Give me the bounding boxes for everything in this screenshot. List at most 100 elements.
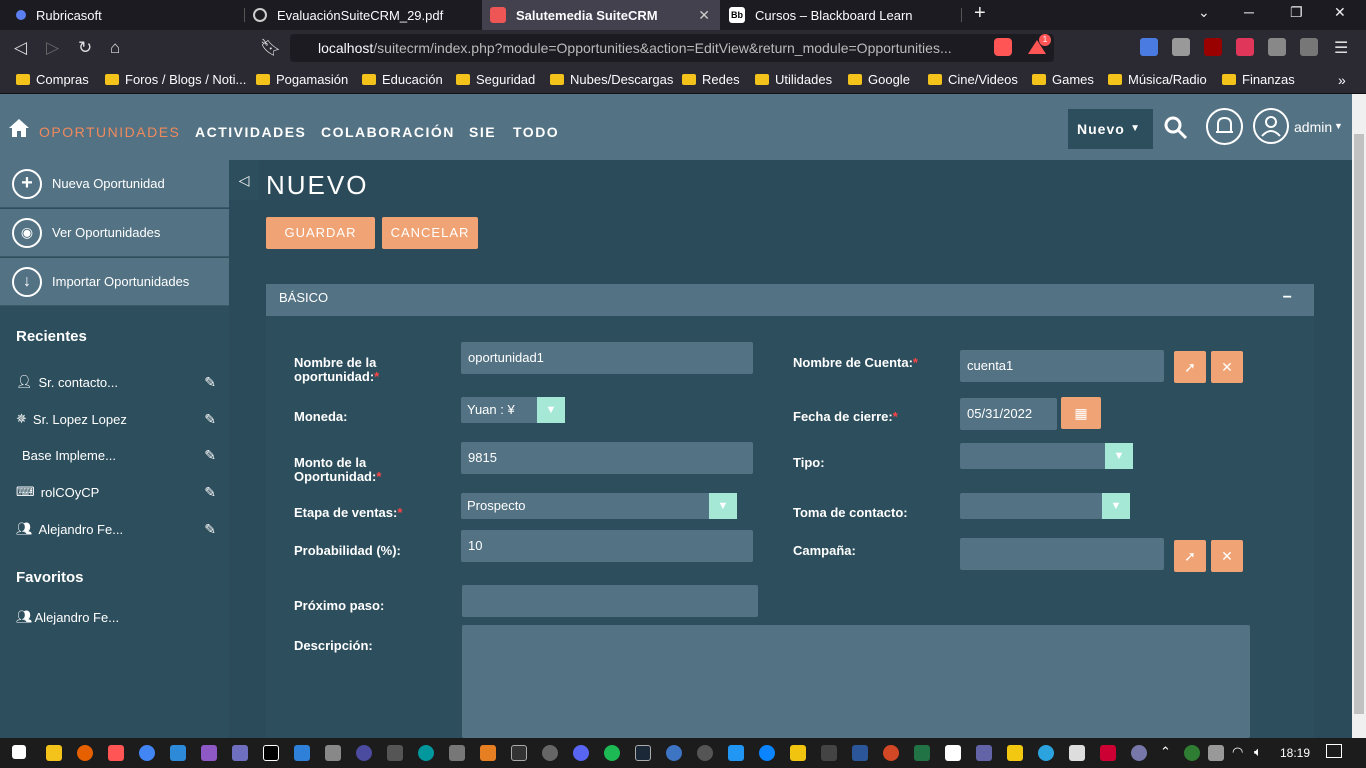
onedrive-icon[interactable] bbox=[759, 745, 775, 761]
bookmark-folder[interactable]: Google bbox=[848, 72, 910, 87]
volume-icon[interactable]: 🔈︎ bbox=[1254, 744, 1262, 760]
monto-input[interactable]: 9815 bbox=[461, 442, 753, 474]
tipo-select[interactable]: ▼ bbox=[960, 443, 1133, 469]
campana-input[interactable] bbox=[960, 538, 1164, 570]
bookmark-folder[interactable]: Finanzas bbox=[1222, 72, 1295, 87]
tab-rubricasoft[interactable]: Rubricasoft bbox=[0, 0, 244, 30]
wallet-icon[interactable] bbox=[1300, 38, 1318, 56]
terminal-icon[interactable] bbox=[387, 745, 403, 761]
github-icon[interactable] bbox=[542, 745, 558, 761]
menu-todo[interactable]: TODO bbox=[513, 124, 559, 140]
scrollbar-thumb[interactable] bbox=[1354, 134, 1364, 714]
menu-hamburger-icon[interactable]: ☰ bbox=[1334, 38, 1352, 57]
reload-icon[interactable]: ↻ bbox=[78, 38, 92, 58]
extension-ublock-icon[interactable] bbox=[1204, 38, 1222, 56]
notifications-bell-icon[interactable] bbox=[1206, 108, 1243, 145]
app-icon[interactable] bbox=[356, 745, 372, 761]
user-avatar-icon[interactable] bbox=[1253, 108, 1289, 144]
edit-pencil-icon[interactable]: ✎ bbox=[204, 521, 216, 538]
moneda-select[interactable]: Yuan : ¥ ▼ bbox=[461, 397, 565, 423]
bookmark-folder[interactable]: Redes bbox=[682, 72, 740, 87]
descripcion-textarea[interactable] bbox=[462, 625, 1250, 738]
discord-icon[interactable] bbox=[573, 745, 589, 761]
proximo-paso-input[interactable] bbox=[462, 585, 758, 617]
app-icon[interactable] bbox=[697, 745, 713, 761]
edit-pencil-icon[interactable]: ✎ bbox=[204, 484, 216, 501]
security-tray-icon[interactable] bbox=[1184, 745, 1200, 761]
nombre-cuenta-input[interactable]: cuenta1 bbox=[960, 350, 1164, 382]
cancelar-button[interactable]: CANCELAR bbox=[382, 217, 478, 249]
bookmark-folder[interactable]: Cine/Videos bbox=[928, 72, 1018, 87]
app-icon[interactable] bbox=[728, 745, 744, 761]
app-icon[interactable] bbox=[480, 745, 496, 761]
menu-sie[interactable]: SIE bbox=[469, 124, 496, 140]
extension-bitwarden-icon[interactable] bbox=[1140, 38, 1158, 56]
app-icon[interactable] bbox=[821, 745, 837, 761]
edit-pencil-icon[interactable]: ✎ bbox=[204, 374, 216, 391]
app-icon[interactable] bbox=[511, 745, 527, 761]
brave-rewards-icon[interactable]: 1 bbox=[1028, 34, 1051, 56]
brave-icon[interactable] bbox=[108, 745, 124, 761]
forward-icon[interactable]: ▷ bbox=[46, 38, 59, 58]
app-icon[interactable] bbox=[449, 745, 465, 761]
address-bar[interactable]: localhost/suitecrm/index.php?module=Oppo… bbox=[290, 34, 1054, 62]
bookmark-folder[interactable]: Seguridad bbox=[456, 72, 535, 87]
powerpoint-icon[interactable] bbox=[883, 745, 899, 761]
nombre-oportunidad-input[interactable]: oportunidad1 bbox=[461, 342, 753, 374]
brave-shield-icon[interactable] bbox=[994, 38, 1012, 56]
chrome-icon[interactable] bbox=[139, 745, 155, 761]
bookmark-icon[interactable]: 🔖︎ bbox=[260, 38, 282, 58]
file-explorer-icon[interactable] bbox=[46, 745, 62, 761]
fecha-cierre-input[interactable]: 05/31/2022 bbox=[960, 398, 1057, 430]
edit-pencil-icon[interactable]: ✎ bbox=[204, 447, 216, 464]
word-icon[interactable] bbox=[852, 745, 868, 761]
tab-pdf[interactable]: EvaluaciónSuiteCRM_29.pdf bbox=[245, 0, 481, 30]
etapa-select[interactable]: Prospecto ▼ bbox=[461, 493, 737, 519]
teams-icon[interactable] bbox=[976, 745, 992, 761]
home-icon[interactable] bbox=[8, 118, 30, 143]
bookmark-folder[interactable]: Música/Radio bbox=[1108, 72, 1207, 87]
calendar-icon[interactable]: ▦ bbox=[1061, 397, 1101, 429]
favorite-item[interactable]: 👥︎ Alejandro Fe... bbox=[16, 609, 216, 625]
select-cuenta-arrow-icon[interactable]: ➚ bbox=[1174, 351, 1206, 383]
app-icon[interactable] bbox=[294, 745, 310, 761]
more-bookmarks-icon[interactable]: » bbox=[1338, 72, 1346, 88]
close-window-icon[interactable]: ✕ bbox=[1334, 4, 1346, 21]
sidebar-action-ver[interactable]: ◉ Ver Oportunidades bbox=[0, 209, 229, 257]
bookmark-folder[interactable]: Utilidades bbox=[755, 72, 832, 87]
recent-item[interactable]: ✵ Sr. Lopez Lopez ✎ bbox=[16, 411, 216, 427]
app-icon[interactable] bbox=[666, 745, 682, 761]
collapse-panel-icon[interactable]: − bbox=[1283, 284, 1292, 312]
app-icon[interactable] bbox=[325, 745, 341, 761]
search-icon[interactable] bbox=[1164, 116, 1188, 145]
sidebar-action-importar[interactable]: ↓ Importar Oportunidades bbox=[0, 258, 229, 306]
menu-colaboracion[interactable]: COLABORACIÓN bbox=[321, 124, 455, 140]
bookmark-folder[interactable]: Educación bbox=[362, 72, 443, 87]
powerbi-icon[interactable] bbox=[1007, 745, 1023, 761]
new-tab-icon[interactable]: + bbox=[974, 2, 986, 25]
sidebar-action-nueva[interactable]: + Nueva Oportunidad bbox=[0, 160, 229, 208]
tab-suitecrm[interactable]: Salutemedia SuiteCRM ✕ bbox=[482, 0, 720, 30]
close-tab-icon[interactable]: ✕ bbox=[698, 7, 710, 24]
minimize-icon[interactable]: ─ bbox=[1244, 4, 1254, 20]
bookmark-folder[interactable]: Games bbox=[1032, 72, 1094, 87]
arduino-icon[interactable] bbox=[418, 745, 434, 761]
menu-actividades[interactable]: ACTIVIDADES bbox=[195, 124, 306, 140]
tray-chevron-icon[interactable]: ⌃ bbox=[1160, 744, 1171, 760]
excel-icon[interactable] bbox=[914, 745, 930, 761]
recent-item[interactable]: 👤︎ Sr. contacto... ✎ bbox=[16, 374, 216, 390]
select-campana-arrow-icon[interactable]: ➚ bbox=[1174, 540, 1206, 572]
collapse-sidebar-icon[interactable]: ◁ bbox=[229, 160, 259, 200]
extensions-puzzle-icon[interactable] bbox=[1268, 38, 1286, 56]
notification-center-icon[interactable] bbox=[1326, 744, 1342, 758]
bookmark-folder[interactable]: Foros / Blogs / Noti... bbox=[105, 72, 246, 87]
notion-icon[interactable] bbox=[945, 745, 961, 761]
toma-contacto-select[interactable]: ▼ bbox=[960, 493, 1130, 519]
app-icon[interactable] bbox=[232, 745, 248, 761]
edit-pencil-icon[interactable]: ✎ bbox=[204, 411, 216, 428]
spotify-icon[interactable] bbox=[604, 745, 620, 761]
extension-cookie-icon[interactable] bbox=[1172, 38, 1190, 56]
home-icon[interactable]: ⌂ bbox=[110, 38, 120, 58]
app-icon[interactable] bbox=[1100, 745, 1116, 761]
firefox-icon[interactable] bbox=[77, 745, 93, 761]
